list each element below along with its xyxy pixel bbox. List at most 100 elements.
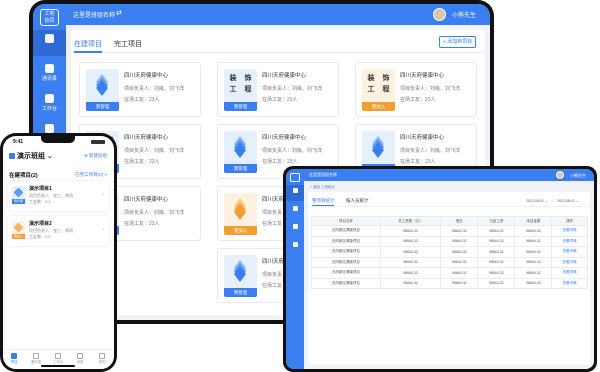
chevron-right-icon: ›: [102, 192, 104, 198]
message-icon: [292, 242, 298, 247]
worker-count: 在场工友：23人: [400, 159, 436, 165]
home-indicator: [41, 365, 75, 367]
table-cell: 天府新区健康项目: [311, 235, 381, 247]
project-card[interactable]: 装 饰 工 程我管理四川天府健康中心项目负责人：刘胤、刘飞洋在场工友：23人: [217, 62, 339, 117]
salary-panel: 整项目统计 按人员统计 2022-08-01 ⌄ ~ 2022-08-01 ⌄ …: [308, 192, 590, 365]
avatar[interactable]: [556, 171, 564, 179]
project-manager: 项目负责人：刘胤、刘飞洋: [124, 148, 185, 154]
user-name[interactable]: 小熊先生: [452, 10, 476, 19]
project-title: 四川天府健康中心: [124, 73, 169, 79]
table-body: 天府新区健康项目 98664.32 98664.32 98664.32 98664.32…: [311, 225, 588, 289]
worker-count: 在场工友：23人: [124, 221, 160, 227]
project-thumbnail: 装 饰 工 程我加入: [362, 69, 395, 111]
divider: [308, 206, 590, 207]
app-logo: 工地 协同: [40, 9, 59, 26]
table-cell: 98664.32: [440, 277, 479, 289]
tab-me[interactable]: 我的: [93, 352, 111, 365]
chevron-right-icon: ›: [102, 227, 104, 233]
table-cell: 天府新区健康项目: [311, 246, 381, 258]
thumbnail-label: 装 饰 工 程: [367, 75, 393, 93]
date-to-picker[interactable]: 2022-08-01 ⌄: [557, 199, 579, 203]
table-row: 天府新区健康项目 98664.32 98664.32 98664.32 98664.32…: [311, 277, 588, 289]
project-thumbnail: 装 饰 工 程我管理: [224, 69, 257, 111]
role-badge: 我管理: [224, 288, 257, 297]
battery-icon: [91, 140, 105, 144]
project-title: 四川天府健康中心: [124, 135, 169, 141]
project-manager: 项目负责人：刘胤、刘飞洋: [124, 86, 185, 92]
tab-contacts[interactable]: 通讯录: [27, 352, 45, 365]
notch: [41, 136, 75, 143]
project-title: 演示项目2: [29, 221, 52, 227]
team-icon: [9, 153, 15, 159]
sidebar-item-messages[interactable]: [286, 239, 304, 255]
contacts-icon: [45, 64, 54, 73]
breadcrumb[interactable]: < 返回 工资统计: [310, 185, 335, 190]
new-team-button[interactable]: ⊕ 新建班组: [84, 153, 107, 159]
table-cell: 98664.32: [477, 256, 516, 268]
column-header: 项目名称: [311, 216, 381, 226]
add-project-button[interactable]: + 添加新项目: [439, 36, 476, 48]
table-cell: 98664.32: [379, 277, 442, 289]
table-cell: 98664.32: [440, 235, 479, 247]
view-details-link[interactable]: 查看详情: [551, 277, 588, 289]
table-row: 天府新区健康项目 98664.32 98664.32 98664.32 98664.32…: [311, 225, 588, 237]
avatar[interactable]: [433, 8, 446, 21]
project-title: 四川天府健康中心: [400, 73, 445, 79]
tab-by-project[interactable]: 整项目统计: [312, 198, 335, 204]
sidebar-item-contacts[interactable]: [286, 203, 304, 219]
team-name[interactable]: 这里是班组名称: [309, 172, 337, 178]
top-bar: 这里是班组名称 小熊先生: [304, 169, 594, 181]
project-card[interactable]: 装 饰 工 程我加入 四川天府健康中心 项目负责人：刘胤、刘飞洋 在场工友：23人: [355, 62, 477, 117]
table-cell: 天府新区健康项目: [311, 225, 381, 237]
sidebar: [286, 169, 304, 369]
column-header: 已结工资: [477, 216, 516, 226]
thumbnail-label: 装 饰 工 程: [229, 75, 255, 93]
switch-icon[interactable]: ⇄: [116, 9, 122, 17]
section-title: 在建项目(2): [9, 173, 38, 179]
project-card[interactable]: 我加入 演示项目2 项目负责人：张三、李四 工友数：5人 ›: [8, 216, 109, 246]
completed-projects-link[interactable]: 已完工项目(0) >: [75, 172, 107, 178]
sidebar-item-workbench[interactable]: 工作台: [33, 90, 66, 116]
team-selector[interactable]: 演示班组 ⌄: [17, 151, 53, 161]
project-card[interactable]: 我管理 演示项目1 项目负责人：张三、李四 工友数：5人 ›: [8, 181, 109, 211]
project-card[interactable]: 我管理 四川天府健康中心项目负责人：刘胤、刘飞洋在场工友：23人: [79, 62, 201, 117]
view-details-link[interactable]: 查看详情: [551, 246, 588, 258]
layers-icon: [371, 135, 385, 159]
table-row: 天府新区健康项目 98664.32 98664.32 98664.32 98664.32…: [311, 246, 588, 258]
project-title: 四川天府健康中心: [400, 135, 445, 141]
sidebar-item-workbench[interactable]: [286, 221, 304, 237]
salary-table: 项目名称 总工资数（元） 借支 已结工资 未结金额 操作 天府新区健康项目 98664.32…: [311, 216, 588, 289]
tab-projects[interactable]: 项目: [5, 352, 23, 365]
tab-ongoing[interactable]: 在建项目: [74, 39, 102, 49]
worker-count: 在场工友：23人: [400, 97, 436, 103]
view-details-link[interactable]: 查看详情: [551, 235, 588, 247]
grid-icon: [292, 188, 298, 193]
phone-screen: 9:41 演示班组 ⌄ ⊕ 新建班组 在建项目(2) 已完工项目(0) > 我管…: [3, 136, 114, 369]
project-thumbnail: 我加入: [224, 193, 257, 235]
tab-workbench[interactable]: 工作台: [49, 352, 67, 365]
sidebar-item-projects[interactable]: [286, 185, 304, 201]
column-header: 借支: [440, 216, 479, 226]
tab-by-person[interactable]: 按人员统计: [346, 198, 369, 204]
team-name[interactable]: 这里是班组名称: [73, 10, 115, 19]
table-cell: 98664.32: [440, 256, 479, 268]
view-details-link[interactable]: 查看详情: [551, 267, 588, 279]
project-thumbnail: 我管理: [12, 186, 25, 204]
layers-icon: [13, 222, 24, 233]
sidebar-item-contacts[interactable]: 通讯录: [33, 60, 66, 86]
layers-icon: [233, 197, 247, 221]
top-bar: 这里是班组名称 ⇄ 小熊先生: [66, 4, 490, 25]
table-cell: 98664.32: [440, 225, 479, 237]
view-details-link[interactable]: 查看详情: [551, 225, 588, 237]
date-from-picker[interactable]: 2022-08-01 ⌄: [526, 199, 548, 203]
project-title: 四川天府健康中心: [262, 135, 307, 141]
project-manager: 项目负责人：刘胤、刘飞洋: [124, 210, 185, 216]
worker-count: 在场工友：23人: [262, 159, 298, 165]
sidebar-item-projects[interactable]: [33, 30, 66, 56]
tab-messages[interactable]: 消息: [71, 352, 89, 365]
table-cell: 98664.32: [477, 225, 516, 237]
view-details-link[interactable]: 查看详情: [551, 256, 588, 268]
project-thumbnail: 我管理: [224, 131, 257, 173]
tab-completed[interactable]: 完工项目: [114, 39, 142, 49]
user-name[interactable]: 小熊先生: [570, 173, 586, 179]
